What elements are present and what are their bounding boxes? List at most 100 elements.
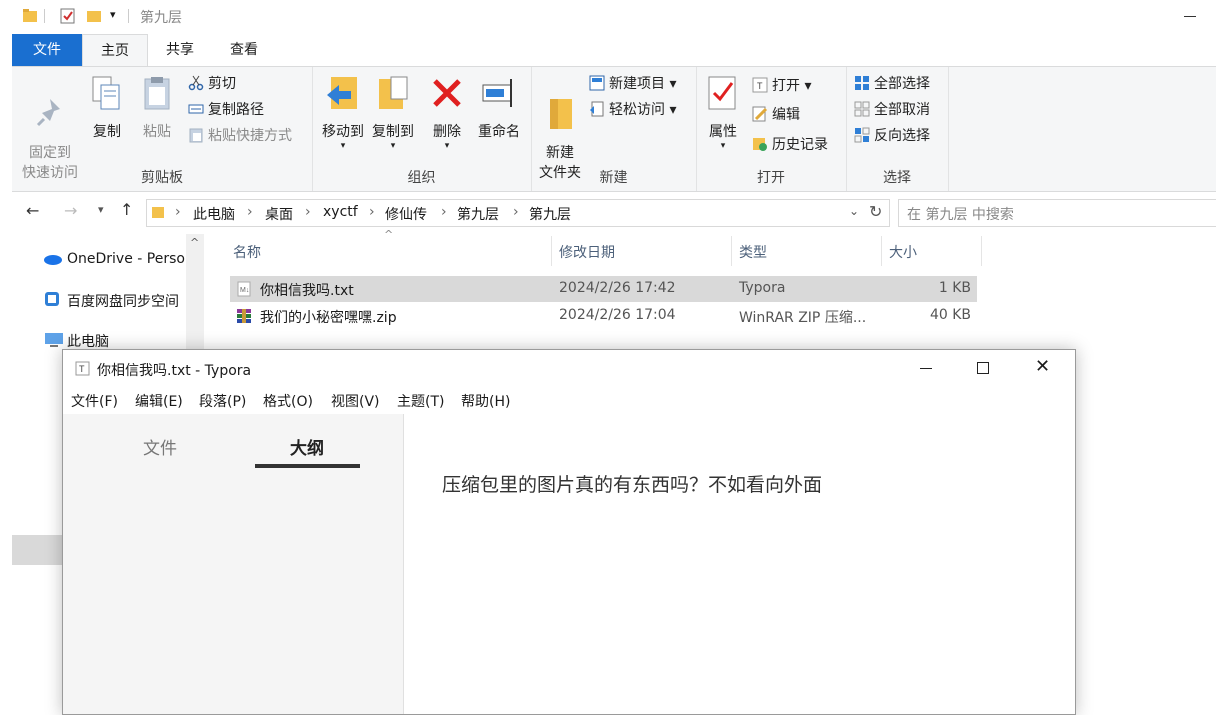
- chevron-right-icon: ›: [513, 204, 519, 220]
- address-dropdown-icon[interactable]: ⌄: [849, 204, 859, 218]
- edit-button[interactable]: 编辑: [752, 104, 800, 126]
- column-size[interactable]: 大小: [889, 242, 917, 262]
- column-type[interactable]: 类型: [739, 242, 767, 262]
- paste-shortcut-icon: [189, 128, 203, 143]
- close-icon[interactable]: ✕: [1035, 356, 1050, 377]
- recent-locations-icon[interactable]: ▾: [98, 203, 104, 216]
- this-pc-icon: [45, 333, 63, 347]
- typora-title-bar: T 你相信我吗.txt - Typora ✕: [63, 350, 1075, 386]
- delete-icon: [433, 79, 461, 107]
- copy-path-icon: [188, 104, 204, 114]
- history-button[interactable]: 历史记录: [752, 134, 828, 156]
- copy-button[interactable]: 复制: [86, 75, 128, 141]
- menu-theme[interactable]: 主题(T): [397, 391, 444, 411]
- address-bar[interactable]: › 此电脑 › 桌面 › xyctf › 修仙传 › 第九层 › 第九层 ⌄ ↻: [146, 199, 890, 227]
- menu-format[interactable]: 格式(O): [263, 391, 313, 411]
- easy-access-icon: [590, 101, 604, 117]
- scroll-up-icon[interactable]: ^: [190, 236, 199, 249]
- document-text[interactable]: 压缩包里的图片真的有东西吗？不如看向外面: [442, 470, 822, 497]
- typora-window-title: 你相信我吗.txt - Typora: [97, 363, 252, 379]
- breadcrumb-item[interactable]: 修仙传: [385, 204, 427, 224]
- file-name: 我们的小秘密嘿嘿.zip: [260, 310, 397, 326]
- paste-icon: [144, 77, 170, 110]
- easy-access-button[interactable]: 轻松访问 ▾: [589, 99, 676, 121]
- properties-label: 属性: [709, 124, 737, 140]
- column-modified[interactable]: 修改日期: [559, 242, 615, 262]
- rename-button[interactable]: 重命名: [474, 75, 524, 141]
- edit-icon: [752, 106, 768, 122]
- properties-quick-icon[interactable]: [60, 8, 76, 24]
- menu-edit[interactable]: 编辑(E): [135, 391, 183, 411]
- tab-file[interactable]: 文件: [12, 34, 82, 66]
- minimize-icon[interactable]: [920, 368, 932, 369]
- sidebar-tab-files[interactable]: 文件: [143, 434, 177, 459]
- back-arrow-icon[interactable]: ←: [26, 201, 39, 220]
- search-input[interactable]: 在 第九层 中搜索: [907, 204, 1014, 224]
- up-arrow-icon[interactable]: ↑: [120, 200, 133, 219]
- cut-button[interactable]: 剪切: [188, 73, 236, 95]
- copy-icon: [92, 76, 120, 110]
- copy-to-icon: [379, 76, 408, 109]
- search-box[interactable]: 在 第九层 中搜索: [898, 199, 1216, 227]
- open-label: 打开: [772, 78, 800, 94]
- move-to-button[interactable]: 移动到 ▾: [318, 75, 368, 151]
- typora-editor[interactable]: 压缩包里的图片真的有东西吗？不如看向外面: [404, 414, 1075, 714]
- sidebar-tab-outline[interactable]: 大纲: [290, 434, 324, 459]
- menu-paragraph[interactable]: 段落(P): [199, 391, 246, 411]
- new-item-label: 新建项目: [609, 76, 665, 92]
- new-folder-icon: [550, 99, 572, 129]
- menu-view[interactable]: 视图(V): [331, 391, 380, 411]
- table-row[interactable]: 我们的小秘密嘿嘿.zip 2024/2/26 17:04 WinRAR ZIP …: [230, 303, 977, 329]
- typora-sidebar: 文件 大纲: [63, 414, 404, 714]
- paste-button[interactable]: 粘贴: [136, 75, 178, 141]
- file-modified: 2024/2/26 17:04: [559, 307, 676, 323]
- breadcrumb-item[interactable]: 第九层: [529, 204, 571, 224]
- select-all-label: 全部选择: [874, 76, 930, 92]
- new-folder-quick-icon[interactable]: [86, 8, 102, 24]
- new-group: 新建 文件夹 新建项目 ▾ 轻松访问 ▾ 新建: [531, 67, 697, 191]
- select-none-button[interactable]: 全部取消: [854, 99, 930, 121]
- nav-item-baidu[interactable]: 百度网盘同步空间: [67, 291, 179, 311]
- nav-item-onedrive[interactable]: OneDrive - Perso: [67, 251, 185, 267]
- menu-file[interactable]: 文件(F): [71, 391, 118, 411]
- file-size: 1 KB: [938, 280, 971, 296]
- tab-home[interactable]: 主页: [82, 34, 148, 67]
- select-all-icon: [855, 76, 869, 90]
- typora-app-icon: T: [752, 77, 768, 93]
- select-all-button[interactable]: 全部选择: [854, 73, 930, 95]
- chevron-right-icon: ›: [441, 204, 447, 220]
- breadcrumb-item[interactable]: xyctf: [323, 204, 358, 220]
- open-button[interactable]: T 打开 ▾: [752, 75, 811, 97]
- menu-help[interactable]: 帮助(H): [461, 391, 510, 411]
- copy-path-button[interactable]: 复制路径: [188, 99, 264, 121]
- table-row[interactable]: M↓ 你相信我吗.txt 2024/2/26 17:42 Typora 1 KB: [230, 276, 977, 302]
- ribbon-home: 固定到 快速访问 复制 粘贴 剪切 复制路径 粘贴快捷方式 剪贴板 移动到▾: [12, 66, 1216, 192]
- typora-app-icon: T: [75, 361, 90, 376]
- quick-access-dropdown-icon[interactable]: ▾: [110, 8, 116, 21]
- nav-item-this-pc[interactable]: 此电脑: [67, 331, 109, 351]
- invert-selection-button[interactable]: 反向选择: [854, 125, 930, 147]
- column-name[interactable]: 名称: [233, 242, 261, 262]
- paste-shortcut-button[interactable]: 粘贴快捷方式: [188, 125, 292, 147]
- new-item-button[interactable]: 新建项目 ▾: [589, 73, 676, 95]
- minimize-icon[interactable]: [1184, 16, 1196, 17]
- nav-selected-row[interactable]: [12, 535, 62, 565]
- breadcrumb-item[interactable]: 桌面: [265, 204, 293, 224]
- history-icon: [753, 138, 767, 151]
- delete-button[interactable]: 删除 ▾: [426, 75, 468, 151]
- cut-label: 剪切: [208, 76, 236, 92]
- svg-text:M↓: M↓: [240, 287, 249, 294]
- open-group-label: 打开: [757, 170, 785, 186]
- tab-view[interactable]: 查看: [216, 34, 272, 66]
- maximize-icon[interactable]: [977, 362, 989, 374]
- breadcrumb-item[interactable]: 此电脑: [193, 204, 235, 224]
- breadcrumb-item[interactable]: 第九层: [457, 204, 499, 224]
- winrar-archive-icon: [237, 309, 251, 323]
- svg-text:T: T: [79, 364, 85, 374]
- refresh-icon[interactable]: ↻: [869, 202, 882, 221]
- forward-arrow-icon[interactable]: →: [64, 201, 77, 220]
- properties-button[interactable]: 属性 ▾: [702, 75, 744, 151]
- copy-to-button[interactable]: 复制到 ▾: [368, 75, 418, 151]
- tab-share[interactable]: 共享: [152, 34, 208, 66]
- edit-label: 编辑: [772, 107, 800, 123]
